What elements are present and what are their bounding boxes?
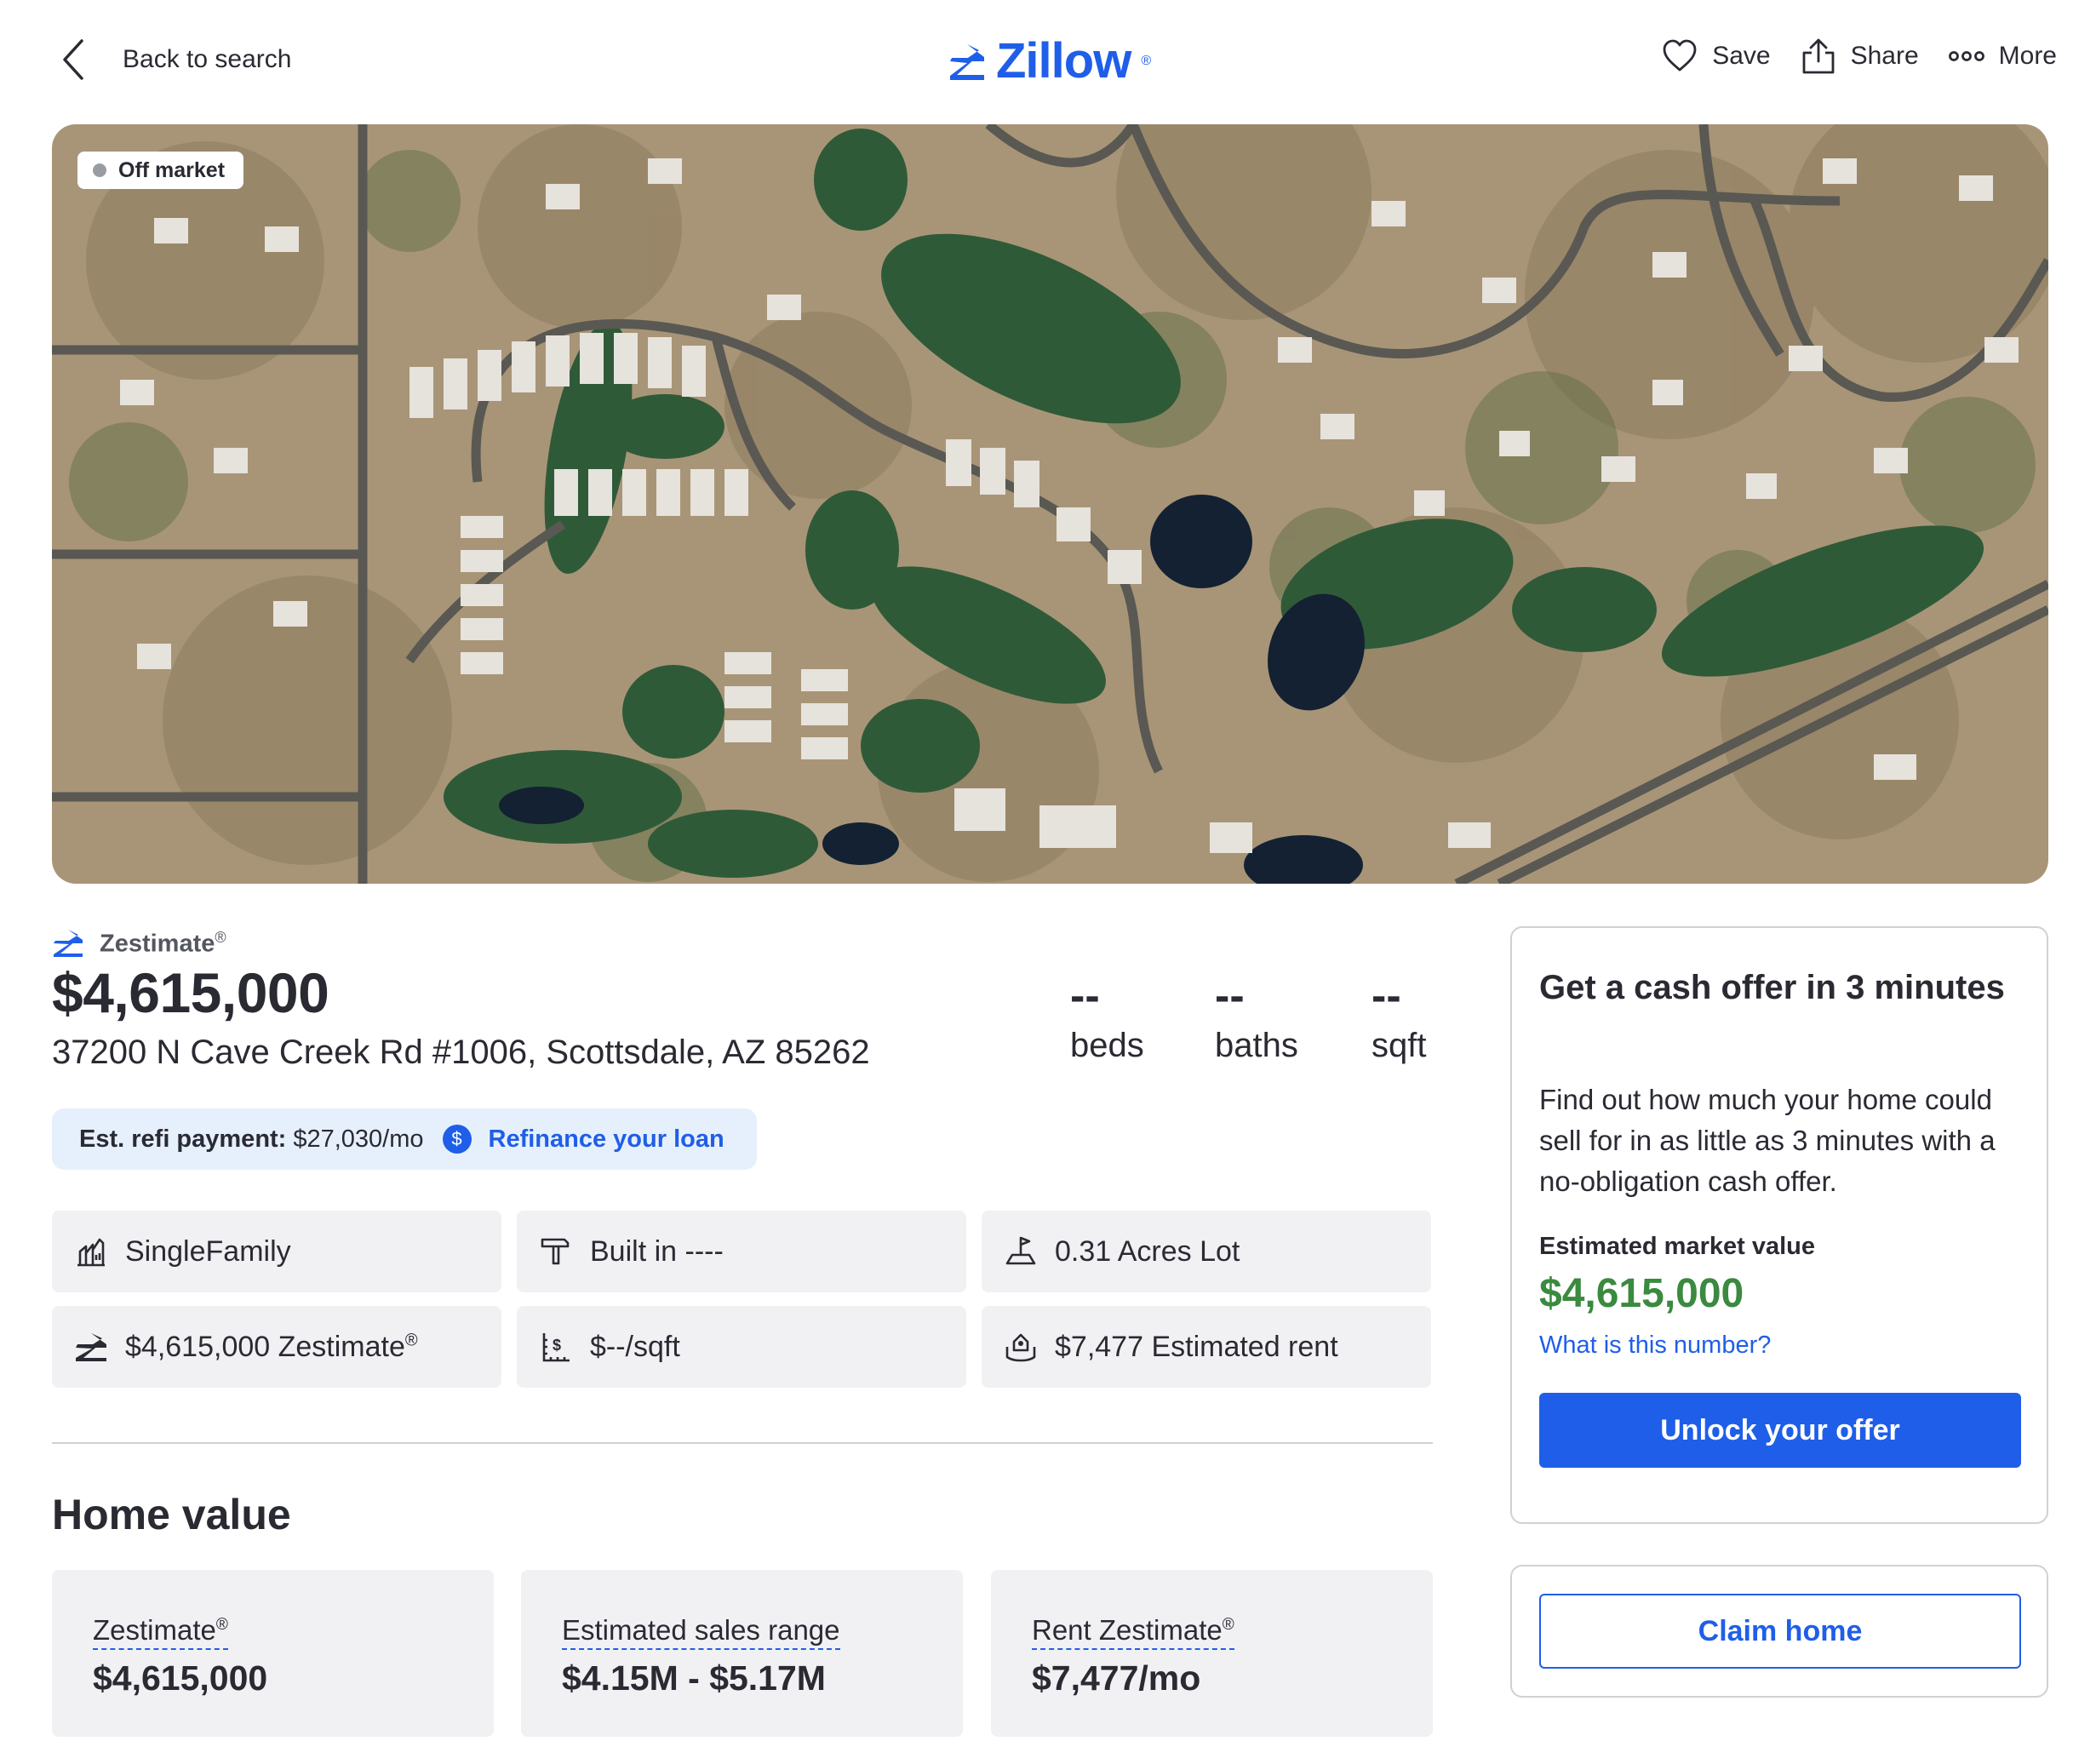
dollar-circle-icon: $ bbox=[442, 1125, 472, 1154]
cash-offer-title: Get a cash offer in 3 minutes bbox=[1539, 969, 2005, 1006]
value-card-title[interactable]: Rent Zestimate® bbox=[1032, 1614, 1234, 1650]
more-label: More bbox=[1998, 42, 2057, 70]
fact-text: Built in ---- bbox=[590, 1234, 724, 1268]
share-icon bbox=[1802, 38, 1834, 74]
house-type-icon bbox=[77, 1238, 105, 1267]
status-badge: Off market bbox=[77, 152, 244, 189]
more-dots-icon bbox=[1948, 51, 1984, 61]
market-value: $4,615,000 bbox=[1539, 1271, 1744, 1316]
listing-price: $4,615,000 bbox=[52, 961, 329, 1024]
fact-text: $--/sqft bbox=[590, 1330, 680, 1363]
zillow-zestimate-icon bbox=[54, 930, 83, 957]
refi-payment-banner: Est. refi payment: $27,030/mo $ Refinanc… bbox=[52, 1108, 757, 1170]
aerial-map-image bbox=[52, 124, 2048, 884]
share-button[interactable]: Share bbox=[1800, 37, 1919, 75]
value-card-sales-range: Estimated sales range $4.15M - $5.17M bbox=[521, 1570, 963, 1737]
value-card-title[interactable]: Zestimate® bbox=[93, 1614, 228, 1650]
section-divider bbox=[52, 1442, 1433, 1444]
zillow-logo-icon bbox=[950, 43, 984, 80]
refi-amount: $27,030/mo bbox=[293, 1125, 424, 1153]
save-button[interactable]: Save bbox=[1661, 37, 1771, 75]
refinance-loan-link[interactable]: Refinance your loan bbox=[489, 1125, 724, 1154]
lot-size-icon bbox=[1005, 1236, 1036, 1265]
claim-home-button[interactable]: Claim home bbox=[1539, 1594, 2021, 1669]
top-bar: Back to search Zillow ® Save Share More bbox=[0, 0, 2096, 119]
claim-home-card: Claim home bbox=[1510, 1565, 2048, 1698]
value-card-rent-zestimate: Rent Zestimate® $7,477/mo bbox=[991, 1570, 1433, 1737]
beds-value: -- bbox=[1070, 971, 1100, 1021]
sqft-value: -- bbox=[1372, 971, 1401, 1021]
market-value-label: Estimated market value bbox=[1539, 1233, 1815, 1260]
baths-stat: -- baths bbox=[1215, 972, 1298, 1065]
status-badge-label: Off market bbox=[118, 158, 226, 182]
more-button[interactable]: More bbox=[1948, 37, 2057, 75]
zestimate-icon bbox=[76, 1333, 106, 1361]
fact-tile-zestimate: $4,615,000 Zestimate® bbox=[52, 1306, 501, 1388]
baths-label: baths bbox=[1215, 1027, 1298, 1064]
fact-text: $4,615,000 Zestimate bbox=[125, 1330, 405, 1363]
fact-text: 0.31 Acres Lot bbox=[1055, 1234, 1240, 1268]
rent-icon bbox=[1005, 1333, 1036, 1362]
header-actions: Save Share More bbox=[1661, 37, 2057, 75]
share-label: Share bbox=[1850, 42, 1919, 70]
fact-text: SingleFamily bbox=[125, 1234, 291, 1268]
value-card-value: $4,615,000 bbox=[93, 1658, 268, 1698]
registered-mark: ® bbox=[404, 1331, 418, 1350]
zestimate-label-text: Zestimate bbox=[100, 930, 215, 958]
what-is-this-number-link[interactable]: What is this number? bbox=[1539, 1332, 1771, 1360]
refi-label: Est. refi payment: bbox=[79, 1125, 287, 1153]
zestimate-label: Zestimate® bbox=[52, 928, 226, 959]
property-address: 37200 N Cave Creek Rd #1006, Scottsdale,… bbox=[52, 1034, 870, 1071]
logo-text: Zillow bbox=[996, 33, 1131, 89]
fact-tile-home-type: SingleFamily bbox=[52, 1211, 501, 1292]
value-card-value: $4.15M - $5.17M bbox=[562, 1658, 826, 1698]
baths-value: -- bbox=[1215, 971, 1245, 1021]
beds-stat: -- beds bbox=[1070, 972, 1144, 1065]
property-aerial-photo[interactable]: Off market bbox=[52, 124, 2048, 884]
value-card-value: $7,477/mo bbox=[1032, 1658, 1201, 1698]
fact-tile-lot-size: 0.31 Acres Lot bbox=[982, 1211, 1431, 1292]
sqft-stat: -- sqft bbox=[1372, 972, 1426, 1065]
save-label: Save bbox=[1712, 42, 1771, 70]
beds-label: beds bbox=[1070, 1027, 1144, 1064]
fact-tile-estimated-rent: $7,477 Estimated rent bbox=[982, 1306, 1431, 1388]
zestimate-registered-mark: ® bbox=[215, 928, 226, 946]
back-to-search-link[interactable]: Back to search bbox=[58, 34, 291, 85]
value-card-title[interactable]: Estimated sales range bbox=[562, 1614, 840, 1650]
fact-text: $7,477 Estimated rent bbox=[1055, 1330, 1338, 1363]
cash-offer-description: Find out how much your home could sell f… bbox=[1539, 1084, 1996, 1197]
back-label: Back to search bbox=[123, 45, 292, 73]
heart-icon bbox=[1663, 39, 1697, 72]
fact-tile-price-per-sqft: $ $--/sqft bbox=[517, 1306, 966, 1388]
zillow-logo[interactable]: Zillow ® bbox=[947, 32, 1151, 89]
chevron-left-icon bbox=[63, 39, 83, 80]
status-dot-icon bbox=[93, 163, 106, 177]
price-per-sqft-icon: $ bbox=[542, 1333, 570, 1362]
unlock-offer-button[interactable]: Unlock your offer bbox=[1539, 1393, 2021, 1468]
sqft-label: sqft bbox=[1372, 1027, 1427, 1064]
svg-text:$: $ bbox=[553, 1337, 561, 1354]
logo-registered-mark: ® bbox=[1141, 53, 1151, 68]
fact-tile-year-built: Built in ---- bbox=[517, 1211, 966, 1292]
property-page: Back to search Zillow ® Save Share More bbox=[0, 0, 2096, 1764]
home-value-heading: Home value bbox=[52, 1491, 291, 1538]
value-card-zestimate: Zestimate® $4,615,000 bbox=[52, 1570, 494, 1737]
cash-offer-card: Get a cash offer in 3 minutes Find out h… bbox=[1510, 926, 2048, 1524]
hammer-icon bbox=[541, 1238, 570, 1265]
